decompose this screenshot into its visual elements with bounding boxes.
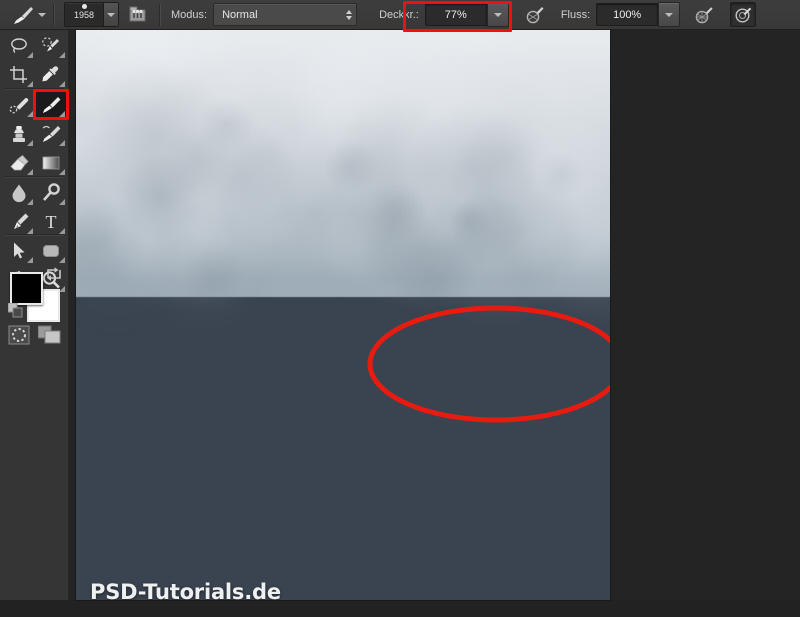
- blend-mode-value: Normal: [222, 8, 258, 21]
- eraser-icon: [10, 154, 29, 170]
- rounded-rect-icon: [43, 244, 59, 257]
- type-icon: T: [46, 212, 57, 232]
- tool-path-selection-tool[interactable]: [2, 236, 36, 265]
- brush-tip-preview-icon: [81, 4, 87, 9]
- pressure-opacity-icon: [526, 6, 544, 23]
- gradient-icon: [42, 156, 60, 169]
- active-tool-thumbnail[interactable]: [10, 4, 36, 26]
- opacity-label: Deckkr.:: [379, 8, 419, 21]
- opacity-value[interactable]: 77%: [424, 3, 487, 26]
- image-canvas[interactable]: PSD-Tutorials.de: [76, 29, 610, 600]
- updown-arrows-icon: [346, 9, 353, 20]
- dodge-icon: [43, 182, 60, 201]
- options-divider: [159, 3, 161, 26]
- flow-value[interactable]: 100%: [596, 3, 659, 26]
- airbrush-icon: [695, 6, 713, 23]
- tool-pen-tool[interactable]: [2, 207, 36, 236]
- chevron-down-icon: [493, 12, 502, 17]
- tool-preset-picker-button[interactable]: [36, 5, 48, 25]
- chevron-down-icon: [665, 12, 674, 17]
- toolbox-divider: [4, 88, 64, 90]
- lasso-icon: [11, 37, 27, 53]
- clone-stamp-icon: [13, 125, 25, 142]
- pen-icon: [14, 213, 29, 229]
- tool-healing-brush-tool[interactable]: [2, 90, 36, 119]
- chevron-down-icon: [38, 12, 46, 17]
- toolbox-panel: T: [0, 0, 69, 600]
- toolbox-divider: [4, 234, 64, 236]
- opacity-control[interactable]: 77%: [424, 2, 509, 27]
- quick-select-icon: [42, 36, 59, 51]
- options-divider: [53, 3, 55, 26]
- blend-mode-select[interactable]: Normal: [213, 3, 358, 26]
- tool-gradient-tool[interactable]: [34, 148, 68, 177]
- flow-control[interactable]: 100%: [596, 2, 681, 27]
- blur-drop-icon: [12, 184, 26, 202]
- eyedropper-icon: [42, 65, 59, 81]
- screen-mode-icon[interactable]: [38, 325, 62, 345]
- tool-rounded-rectangle-tool[interactable]: [34, 236, 68, 265]
- tool-type-tool[interactable]: T: [34, 207, 68, 236]
- chevron-down-icon: [107, 12, 115, 17]
- path-arrow-icon: [14, 242, 25, 258]
- tool-dodge-tool[interactable]: [34, 178, 68, 207]
- flow-dropdown-button[interactable]: [658, 2, 681, 27]
- swap-colors-icon[interactable]: [45, 266, 63, 282]
- foreground-color-swatch[interactable]: [10, 272, 43, 305]
- tool-crop-tool[interactable]: [2, 60, 36, 89]
- tool-lasso-tool[interactable]: [2, 31, 36, 60]
- mode-label: Modus:: [171, 8, 208, 21]
- pressure-size-icon: [735, 7, 752, 23]
- brush-preset-dropdown-button[interactable]: [103, 3, 118, 26]
- tool-blur-tool[interactable]: [2, 178, 36, 207]
- default-colors-icon[interactable]: [8, 303, 24, 319]
- opacity-pressure-toggle[interactable]: [523, 3, 547, 26]
- tool-quick-selection-tool[interactable]: [34, 31, 68, 60]
- document-area: PSD-Tutorials.de: [68, 29, 800, 617]
- brush-panel-icon: [129, 6, 145, 22]
- opacity-dropdown-button[interactable]: [486, 2, 509, 27]
- brush-size-value: 1958: [73, 10, 95, 20]
- brush-tool-icon: [14, 6, 33, 24]
- tool-brush-tool[interactable]: [34, 90, 68, 119]
- flow-label: Fluss:: [560, 8, 591, 21]
- brush-panel-toggle-button[interactable]: [125, 3, 149, 26]
- crop-icon: [10, 65, 27, 83]
- tool-options-bar: 1958 Modus: Normal Deckkr.: 77% Fluss: 1…: [0, 0, 800, 30]
- tablet-pressure-size-button[interactable]: [730, 2, 757, 27]
- brush-cursor-preview: [588, 407, 800, 617]
- tool-eraser-tool[interactable]: [2, 148, 36, 177]
- airbrush-toggle-button[interactable]: [692, 3, 716, 26]
- svg-text:T: T: [46, 212, 57, 232]
- tool-history-brush-tool[interactable]: [34, 119, 68, 148]
- brush-icon: [42, 96, 61, 113]
- quick-mask-icon[interactable]: [8, 325, 30, 345]
- photoshop-window: PSD-Tutorials.de T 1958 Modus: Normal De…: [0, 0, 800, 617]
- tool-eyedropper-tool[interactable]: [34, 60, 68, 89]
- healing-brush-icon: [9, 97, 29, 113]
- brush-preset-picker[interactable]: 1958: [64, 2, 119, 27]
- brush-size-display: 1958: [65, 3, 103, 26]
- history-brush-icon: [42, 125, 61, 142]
- tool-clone-stamp-tool[interactable]: [2, 119, 36, 148]
- toolbox-divider: [4, 176, 64, 178]
